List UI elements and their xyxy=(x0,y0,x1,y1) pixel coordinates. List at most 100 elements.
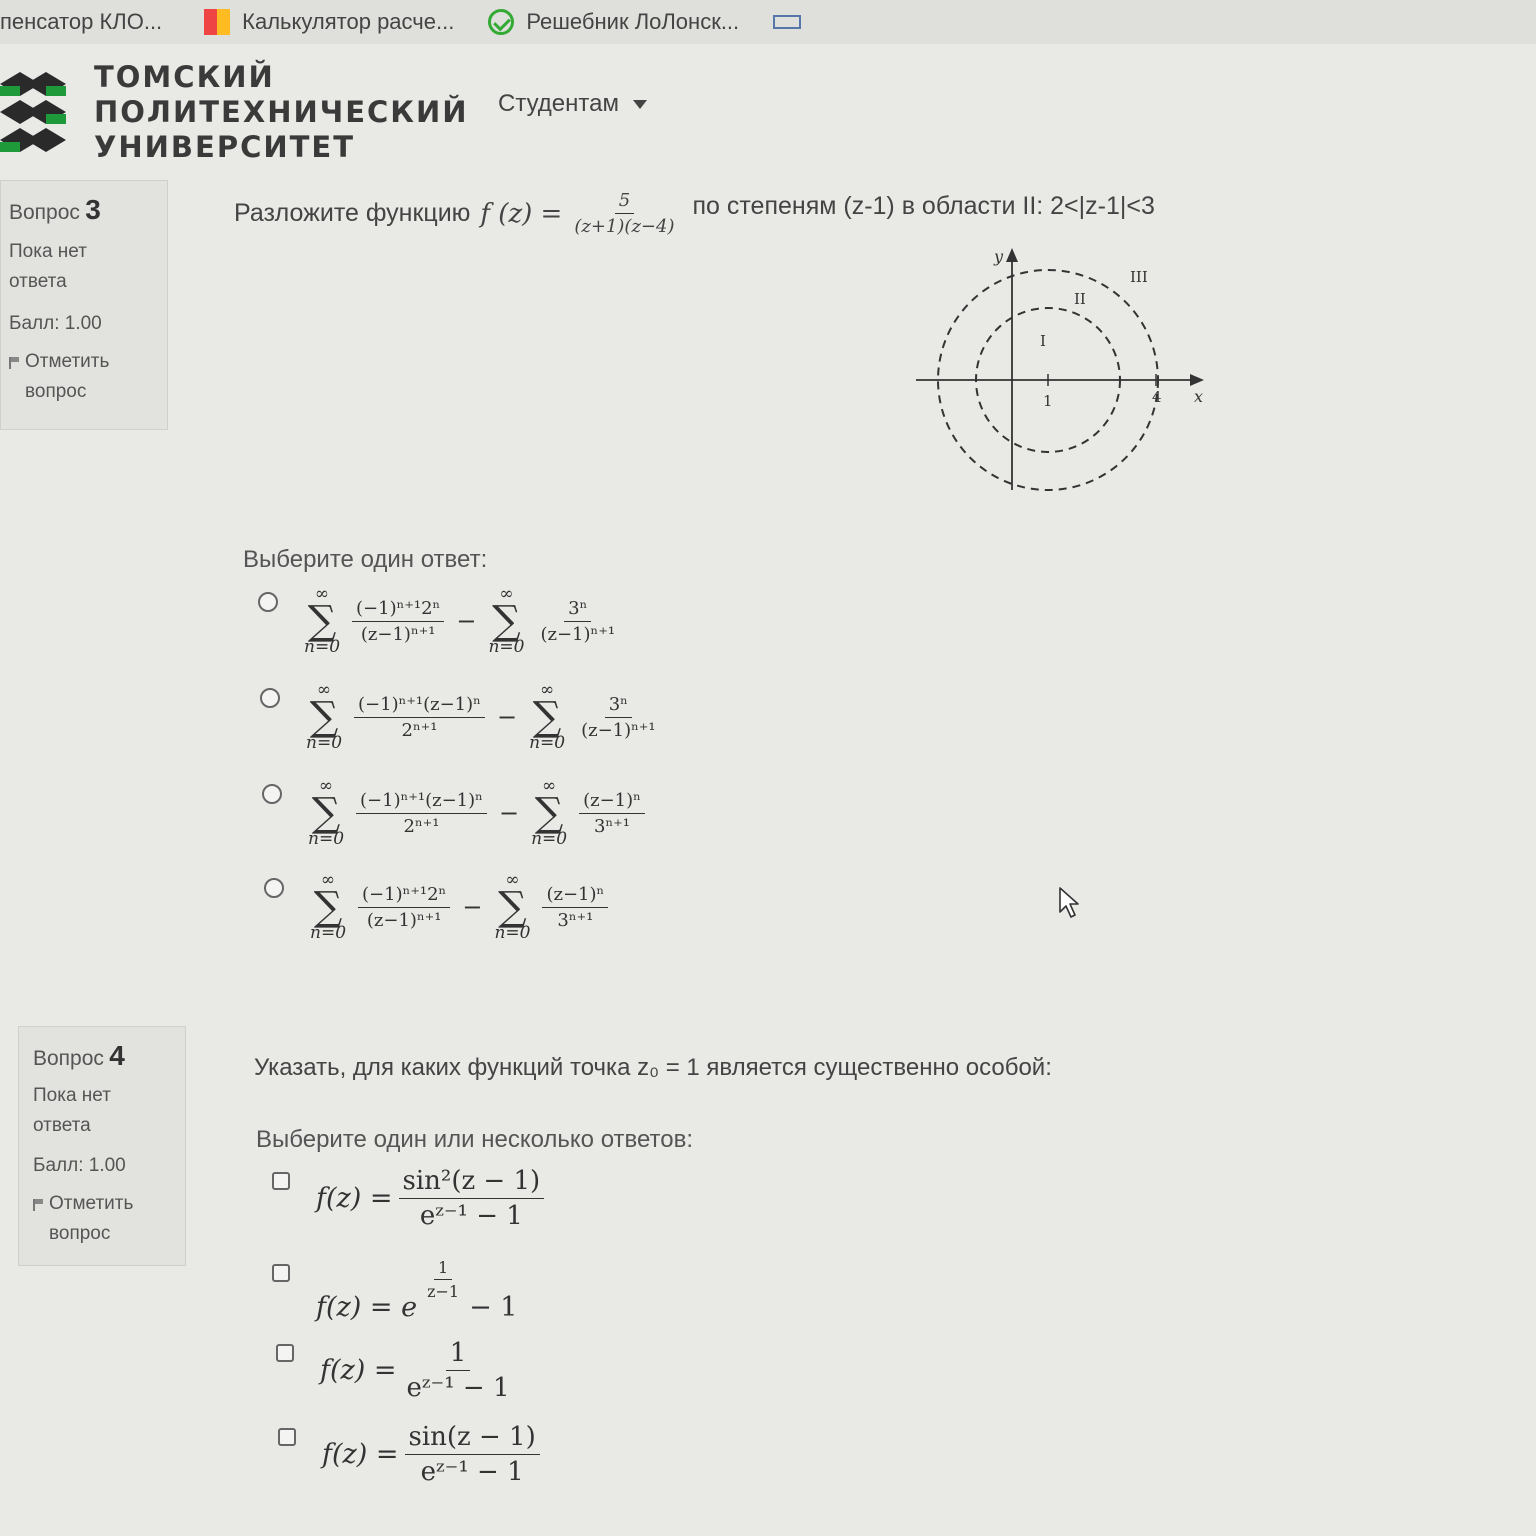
checkbox[interactable] xyxy=(272,1264,290,1282)
radio-button[interactable] xyxy=(260,688,280,708)
function-lhs: f (z) = xyxy=(480,198,563,229)
numerator: 1 xyxy=(445,1338,471,1371)
question-status: Пока нет ответа xyxy=(33,1085,111,1136)
formula-fraction: sin(z − 1) eᶻ⁻¹ − 1 xyxy=(404,1422,540,1487)
university-logo-icon[interactable] xyxy=(0,72,66,170)
q4-option-1[interactable]: f(z) = sin²(z − 1) eᶻ⁻¹ − 1 xyxy=(272,1166,545,1231)
sum-lower: n=0 xyxy=(308,829,345,849)
sum-lower: n=0 xyxy=(531,829,568,849)
bookmark-label: Решебник ЛоЛонск... xyxy=(526,9,740,34)
formula-lhs: f(z) = xyxy=(322,1439,399,1470)
question-4-text: Указать, для каких функций точка z₀ = 1 … xyxy=(254,1054,1052,1081)
denominator: (z−1)ⁿ⁺¹ xyxy=(366,909,442,931)
option-formula: f(z) = 1 eᶻ⁻¹ − 1 xyxy=(320,1338,513,1403)
denominator: z−1 xyxy=(427,1282,460,1301)
sum-sign: ∞ ∑ n=0 xyxy=(531,776,568,849)
flag-icon xyxy=(33,1199,43,1211)
radio-button[interactable] xyxy=(264,878,284,898)
option-formula: ∞ ∑ n=0 (−1)ⁿ⁺¹2ⁿ (z−1)ⁿ⁺¹ − ∞ ∑ n=0 3ⁿ (z−1)ⁿ… xyxy=(304,586,619,656)
nav-label: Студентам xyxy=(498,90,619,117)
q4-option-3[interactable]: f(z) = 1 eᶻ⁻¹ − 1 xyxy=(276,1338,513,1403)
operator: − xyxy=(456,607,477,635)
checkbox[interactable] xyxy=(276,1344,294,1362)
operator: − xyxy=(462,893,483,921)
sum-sign: ∞ ∑ n=0 xyxy=(304,584,341,657)
numerator: sin(z − 1) xyxy=(404,1422,540,1455)
q3-option-1[interactable]: ∞ ∑ n=0 (−1)ⁿ⁺¹2ⁿ (z−1)ⁿ⁺¹ − ∞ ∑ n=0 3ⁿ (z−1)ⁿ… xyxy=(258,586,619,656)
option-formula: f(z) = e 1 z−1 − 1 xyxy=(316,1258,517,1323)
question-4-info: Вопрос 4 Пока нет ответа Балл: 1.00 Отме… xyxy=(18,1026,186,1266)
y-label: y xyxy=(993,247,1004,266)
term-fraction: (z−1)ⁿ 3ⁿ⁺¹ xyxy=(542,884,609,931)
radio-button[interactable] xyxy=(262,784,282,804)
option-formula: ∞ ∑ n=0 (−1)ⁿ⁺¹(z−1)ⁿ 2ⁿ⁺¹ − ∞ ∑ n=0 (z−1)ⁿ 3ⁿ… xyxy=(308,778,645,848)
region-label-2: II xyxy=(1074,290,1086,308)
numerator: 1 xyxy=(433,1258,453,1280)
question-3-text: Разложите функцию f (z) = 5 (z+1)(z−4) п… xyxy=(234,190,1155,237)
bookmark-4[interactable] xyxy=(773,15,802,29)
university-name[interactable]: ТОМСКИЙ ПОЛИТЕХНИЧЕСКИЙ УНИВЕРСИТЕТ xyxy=(94,60,469,165)
denominator: 2ⁿ⁺¹ xyxy=(401,719,438,741)
numerator: (−1)ⁿ⁺¹2ⁿ xyxy=(358,884,451,908)
sum-lower: n=0 xyxy=(306,733,343,753)
caret-down-icon xyxy=(632,99,647,109)
flag-icon xyxy=(9,357,19,369)
q3-option-2[interactable]: ∞ ∑ n=0 (−1)ⁿ⁺¹(z−1)ⁿ 2ⁿ⁺¹ − ∞ ∑ n=0 3ⁿ (z−1)ⁿ… xyxy=(260,682,660,752)
numerator: (−1)ⁿ⁺¹2ⁿ xyxy=(352,598,445,622)
question-score: Балл: 1.00 xyxy=(9,313,102,334)
option-formula: ∞ ∑ n=0 (−1)ⁿ⁺¹2ⁿ (z−1)ⁿ⁺¹ − ∞ ∑ n=0 (z−1)ⁿ 3ⁿ… xyxy=(310,870,609,943)
formula-tail: − 1 xyxy=(469,1292,518,1323)
region-diagram: y x 1 4 I II III xyxy=(916,247,1204,491)
denominator: (z−1)ⁿ⁺¹ xyxy=(360,623,436,645)
flag-question-link[interactable]: Отметить вопрос xyxy=(33,1189,177,1249)
flag-question-link[interactable]: Отметить вопрос xyxy=(9,347,159,407)
logo-line: ПОЛИТЕХНИЧЕСКИЙ xyxy=(94,95,469,129)
question-number: 4 xyxy=(109,1040,125,1071)
numerator: 3ⁿ xyxy=(564,598,592,622)
denominator: (z−1)ⁿ⁺¹ xyxy=(540,623,616,645)
bookmark-label: пенсатор КЛО... xyxy=(0,9,163,34)
term-fraction: 3ⁿ (z−1)ⁿ⁺¹ xyxy=(536,598,619,645)
checkbox[interactable] xyxy=(278,1428,296,1446)
question-score: Балл: 1.00 xyxy=(33,1155,126,1176)
radio-button[interactable] xyxy=(258,592,278,612)
q3-option-4[interactable]: ∞ ∑ n=0 (−1)ⁿ⁺¹2ⁿ (z−1)ⁿ⁺¹ − ∞ ∑ n=0 (z−1)ⁿ 3ⁿ… xyxy=(264,870,609,943)
question-label: Вопрос xyxy=(33,1047,104,1070)
formula-fraction: sin²(z − 1) eᶻ⁻¹ − 1 xyxy=(398,1166,545,1231)
flag-label: Отметить вопрос xyxy=(49,1193,134,1244)
grid-icon xyxy=(773,15,802,29)
checkbox[interactable] xyxy=(272,1172,290,1190)
sum-sign: ∞ ∑ n=0 xyxy=(529,680,566,753)
numerator: (−1)ⁿ⁺¹(z−1)ⁿ xyxy=(356,790,487,814)
bookmark-1[interactable]: пенсатор КЛО... xyxy=(0,9,162,35)
q4-option-4[interactable]: f(z) = sin(z − 1) eᶻ⁻¹ − 1 xyxy=(278,1422,540,1487)
calculator-icon xyxy=(204,9,231,35)
term-fraction: (−1)ⁿ⁺¹(z−1)ⁿ 2ⁿ⁺¹ xyxy=(354,694,485,741)
bookmarks-bar: пенсатор КЛО... Калькулятор расче... Реш… xyxy=(0,0,1536,44)
option-formula: f(z) = sin(z − 1) eᶻ⁻¹ − 1 xyxy=(322,1422,540,1487)
fraction-denominator: (z+1)(z−4) xyxy=(574,216,675,237)
logo-line: УНИВЕРСИТЕТ xyxy=(94,130,355,164)
sum-lower: n=0 xyxy=(310,923,347,943)
sum-sign: ∞ ∑ n=0 xyxy=(494,870,531,943)
term-fraction: (−1)ⁿ⁺¹(z−1)ⁿ 2ⁿ⁺¹ xyxy=(356,790,487,837)
formula-lhs: f(z) = xyxy=(316,1183,393,1214)
denominator: eᶻ⁻¹ − 1 xyxy=(406,1373,510,1403)
sum-sign: ∞ ∑ n=0 xyxy=(310,870,347,943)
denominator: 3ⁿ⁺¹ xyxy=(557,909,594,931)
denominator: 3ⁿ⁺¹ xyxy=(594,815,630,837)
tick-label-4: 4 xyxy=(1152,388,1162,406)
term-fraction: (−1)ⁿ⁺¹2ⁿ (z−1)ⁿ⁺¹ xyxy=(352,598,445,645)
question-3-info: Вопрос 3 Пока нет ответа Балл: 1.00 Отме… xyxy=(0,180,168,430)
q3-option-3[interactable]: ∞ ∑ n=0 (−1)ⁿ⁺¹(z−1)ⁿ 2ⁿ⁺¹ − ∞ ∑ n=0 (z−1)ⁿ 3ⁿ… xyxy=(262,778,645,848)
q4-option-2[interactable]: f(z) = e 1 z−1 − 1 xyxy=(272,1258,517,1323)
bookmark-3[interactable]: Решебник ЛоЛонск... xyxy=(488,9,739,35)
check-icon xyxy=(488,9,515,35)
question-text-after: по степеням (z-1) в области II: 2<|z-1|<… xyxy=(692,192,1155,220)
function-fraction: 5 (z+1)(z−4) xyxy=(570,190,678,237)
question-status: Пока нет ответа xyxy=(9,241,87,292)
sum-lower: n=0 xyxy=(488,637,525,657)
denominator: (z−1)ⁿ⁺¹ xyxy=(581,719,656,741)
nav-students-dropdown[interactable]: Студентам xyxy=(498,90,647,118)
bookmark-2[interactable]: Калькулятор расче... xyxy=(204,9,454,35)
